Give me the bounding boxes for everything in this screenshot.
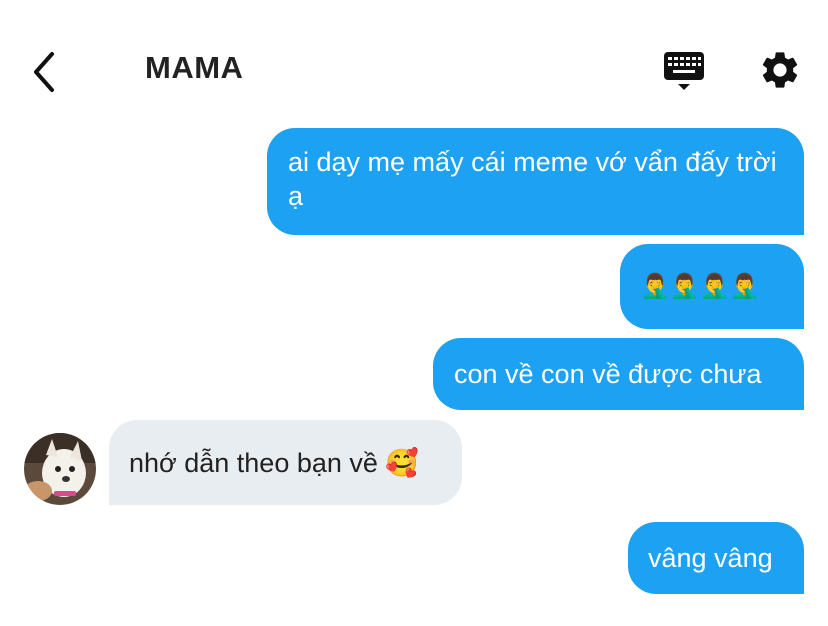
incoming-message[interactable]: nhớ dẫn theo bạn về 🥰: [109, 420, 462, 505]
outgoing-message[interactable]: ai dạy mẹ mấy cái meme vớ vẩn đấy trời ạ: [267, 128, 804, 235]
message-text: vâng vâng: [648, 543, 773, 573]
message-text: 🤦‍♂️🤦‍♂️🤦‍♂️🤦‍♂️: [640, 272, 760, 300]
chat-header: MAMA: [0, 0, 828, 130]
back-chevron-icon[interactable]: [28, 50, 64, 94]
message-text: nhớ dẫn theo bạn về 🥰: [129, 448, 420, 478]
keyboard-icon[interactable]: [662, 50, 706, 94]
outgoing-message[interactable]: vâng vâng: [628, 522, 804, 594]
chat-title: MAMA: [145, 50, 244, 85]
outgoing-message[interactable]: con về con về được chưa: [433, 338, 804, 410]
outgoing-message[interactable]: 🤦‍♂️🤦‍♂️🤦‍♂️🤦‍♂️: [620, 244, 804, 329]
gear-icon[interactable]: [758, 48, 802, 92]
message-text: ai dạy mẹ mấy cái meme vớ vẩn đấy trời ạ: [288, 147, 777, 211]
message-text: con về con về được chưa: [454, 359, 762, 389]
avatar[interactable]: [24, 433, 96, 505]
